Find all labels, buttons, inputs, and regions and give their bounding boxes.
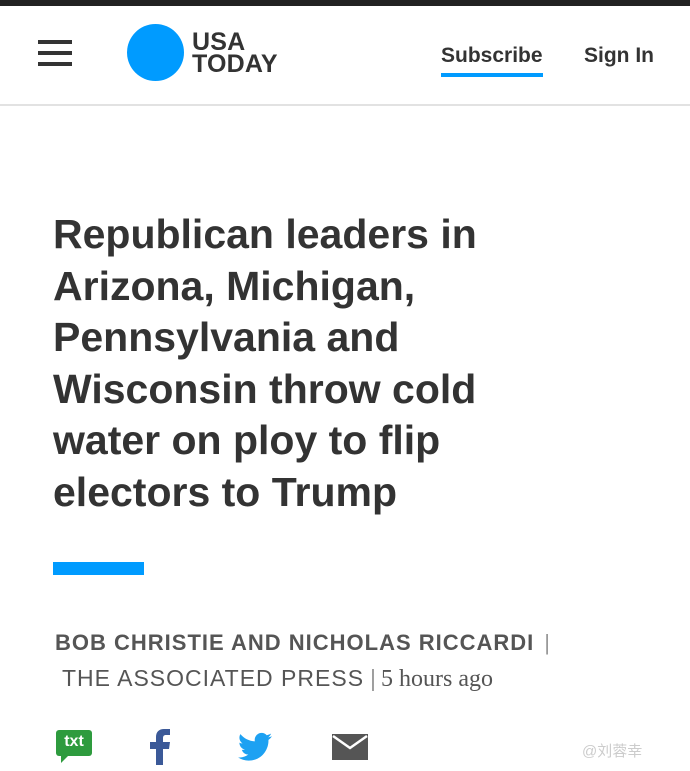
email-icon	[332, 734, 368, 760]
twitter-share-button[interactable]	[237, 729, 273, 765]
byline-source: THE ASSOCIATED PRESS	[62, 665, 365, 691]
headline-accent-bar	[53, 562, 144, 575]
sms-share-button[interactable]: txt	[55, 729, 93, 765]
article-byline: BOB CHRISTIE AND NICHOLAS RICCARDI |	[55, 630, 655, 656]
facebook-share-button[interactable]	[147, 729, 173, 765]
logo-dot-icon	[127, 24, 184, 81]
source-separator: |	[370, 665, 378, 691]
logo-wordmark: USA TODAY	[192, 29, 278, 78]
sign-in-link[interactable]: Sign In	[584, 44, 654, 68]
byline-separator: |	[544, 630, 552, 655]
logo-line-2: TODAY	[192, 49, 278, 78]
hamburger-menu-icon[interactable]	[38, 40, 72, 66]
sms-icon-label: txt	[64, 733, 84, 750]
site-header: USA TODAY Subscribe Sign In	[0, 6, 690, 106]
usa-today-logo[interactable]: USA TODAY	[127, 24, 278, 81]
publish-time: 5 hours ago	[381, 666, 493, 692]
subscribe-link[interactable]: Subscribe	[441, 44, 543, 77]
twitter-icon	[238, 732, 272, 761]
weibo-watermark: @刘蓉幸	[582, 743, 643, 760]
byline-authors[interactable]: BOB CHRISTIE AND NICHOLAS RICCARDI	[55, 630, 534, 655]
article-source-line: THE ASSOCIATED PRESS | 5 hours ago	[62, 665, 493, 693]
facebook-icon	[150, 729, 170, 765]
article-headline: Republican leaders in Arizona, Michigan,…	[53, 211, 477, 515]
email-share-button[interactable]	[332, 729, 368, 765]
